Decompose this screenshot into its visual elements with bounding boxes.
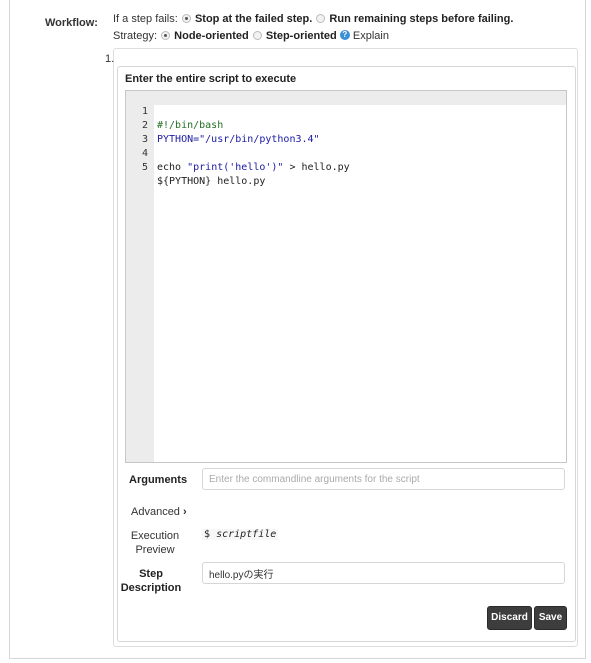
execution-preview-label-line2: Preview [135, 544, 175, 556]
strategy-row: Strategy: Node-oriented Step-oriented ? … [113, 30, 389, 42]
execution-preview-label-line1: Execution [130, 530, 180, 542]
code-line: 4 echo "print('hello')" > hello.py [126, 133, 566, 173]
strategy-label: Strategy: [113, 30, 158, 42]
if-fails-label: If a step fails: [113, 13, 178, 25]
advanced-label[interactable]: Advanced [131, 506, 180, 518]
run-remaining-option-label[interactable]: Run remaining steps before failing. [329, 13, 513, 25]
arguments-input[interactable] [202, 468, 565, 490]
node-oriented-radio[interactable] [161, 30, 171, 40]
code-line: 1 #!/bin/bash [126, 91, 566, 131]
step-oriented-label[interactable]: Step-oriented [266, 30, 337, 42]
failure-option-row: If a step fails: Stop at the failed step… [113, 13, 513, 25]
workflow-label: Workflow: [45, 17, 98, 29]
code-line: 3 [126, 119, 566, 145]
code-text-mixed: echo "print('hello')" > hello.py [157, 162, 350, 173]
execution-script-name: scriptfile [216, 529, 277, 540]
advanced-toggle[interactable]: Advanced › [131, 506, 187, 518]
execution-prompt: $ [204, 529, 211, 540]
step-description-label-line1: Step [139, 568, 163, 580]
step-oriented-radio[interactable] [252, 30, 262, 40]
step-description-input[interactable] [202, 562, 565, 584]
stop-option-label[interactable]: Stop at the failed step. [195, 13, 312, 25]
save-button[interactable]: Save [534, 606, 567, 630]
script-editor[interactable]: 1 #!/bin/bash 2 PYTHON="/usr/bin/python3… [125, 90, 567, 463]
execution-preview-label: Execution Preview [128, 529, 182, 557]
step-description-label-line2: Description [120, 582, 182, 594]
arguments-label: Arguments [129, 474, 188, 486]
discard-button[interactable]: Discard [487, 606, 532, 630]
code-line: 5 ${PYTHON} hello.py [126, 147, 566, 187]
step-number: 1. [105, 53, 115, 65]
stop-radio[interactable] [181, 13, 191, 23]
code-line: 2 PYTHON="/usr/bin/python3.4" [126, 105, 566, 145]
question-circle-icon[interactable]: ? [339, 30, 350, 41]
line-number: 5 [141, 162, 148, 173]
chevron-right-icon[interactable]: › [183, 506, 187, 518]
code-text: ${PYTHON} hello.py [157, 176, 266, 187]
script-title: Enter the entire script to execute [125, 73, 297, 85]
explain-link[interactable]: Explain [353, 30, 389, 42]
node-oriented-label[interactable]: Node-oriented [174, 30, 249, 42]
run-remaining-radio[interactable] [316, 13, 326, 23]
step-description-label: Step Description [120, 567, 182, 595]
execution-preview-value: $ scriptfile [202, 529, 279, 540]
